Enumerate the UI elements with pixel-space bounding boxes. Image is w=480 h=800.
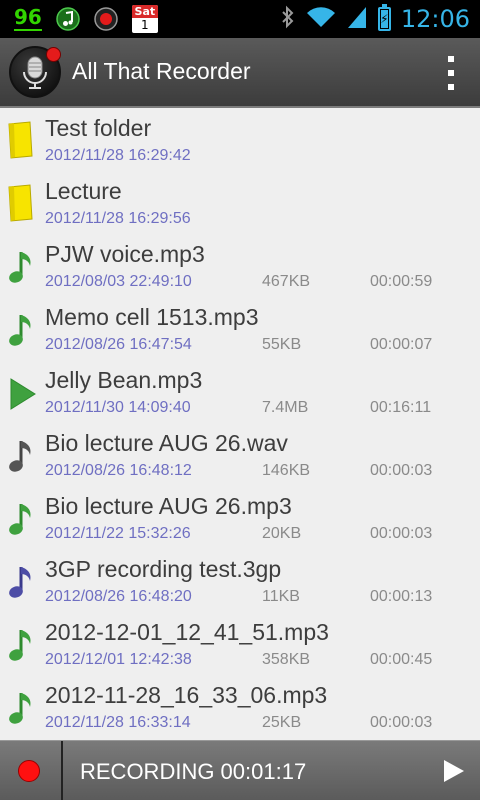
battery-charging-icon: ⚡ (377, 4, 391, 31)
list-item-folder[interactable]: Test folder 2012/11/28 16:29:42 (0, 108, 480, 171)
wifi-icon (306, 6, 336, 32)
file-duration: 00:00:45 (370, 651, 433, 668)
file-date: 2012/11/28 16:29:42 (45, 147, 191, 164)
file-date: 2012/08/26 16:47:54 (45, 336, 192, 353)
file-duration: 00:00:07 (370, 336, 433, 353)
file-date: 2012/08/03 22:49:10 (45, 273, 192, 290)
green-music-note-icon (6, 498, 38, 538)
record-icon (94, 7, 118, 31)
list-item-audio[interactable]: 2012-12-01_12_41_51.mp3 2012/12/01 12:42… (0, 612, 480, 675)
folder-icon (6, 183, 38, 223)
file-date: 2012/08/26 16:48:12 (45, 462, 192, 479)
calendar-day-number: 1 (141, 18, 149, 32)
file-duration: 00:00:03 (370, 525, 433, 542)
file-date: 2012/11/22 15:32:26 (45, 525, 191, 542)
file-duration: 00:16:11 (370, 399, 432, 416)
calendar-icon: Sat 1 (131, 5, 158, 33)
file-name: Memo cell 1513.mp3 (45, 304, 259, 330)
green-music-note-icon (6, 624, 38, 664)
file-date: 2012/12/01 12:42:38 (45, 651, 192, 668)
purple-music-note-icon (6, 561, 38, 601)
file-duration: 00:00:03 (370, 714, 433, 731)
app-title: All That Recorder (72, 58, 251, 84)
status-bar-notifications: 96 Sat 1 (14, 5, 158, 33)
file-size: 11KB (262, 588, 300, 605)
file-date: 2012/11/30 14:09:40 (45, 399, 191, 416)
status-bar: 96 Sat 1 ⚡ 12:06 (0, 0, 480, 38)
file-duration: 00:00:13 (370, 588, 433, 605)
file-name: Lecture (45, 178, 122, 204)
app-microphone-icon[interactable] (9, 46, 61, 98)
file-name: 2012-12-01_12_41_51.mp3 (45, 619, 329, 645)
recording-indicator-dot (46, 47, 61, 62)
play-icon[interactable] (442, 758, 466, 784)
list-item-folder[interactable]: Lecture 2012/11/28 16:29:56 (0, 171, 480, 234)
file-size: 358KB (262, 651, 311, 668)
action-bar: All That Recorder (0, 38, 480, 108)
file-size: 25KB (262, 714, 302, 731)
file-size: 467KB (262, 273, 311, 290)
calendar-day-name: Sat (131, 5, 158, 18)
signal-icon (346, 5, 368, 33)
file-name: 2012-11-28_16_33_06.mp3 (45, 682, 328, 708)
record-button[interactable] (0, 741, 61, 800)
list-item-audio[interactable]: 3GP recording test.3gp 2012/08/26 16:48:… (0, 549, 480, 612)
list-item-audio[interactable]: PJW voice.mp3 2012/08/03 22:49:10 467KB … (0, 234, 480, 297)
overflow-menu-icon[interactable] (444, 56, 458, 90)
file-name: Bio lecture AUG 26.mp3 (45, 493, 292, 519)
green-play-icon (6, 372, 38, 412)
file-name: Bio lecture AUG 26.wav (45, 430, 288, 456)
green-music-note-icon (6, 687, 38, 727)
list-item-audio[interactable]: Memo cell 1513.mp3 2012/08/26 16:47:54 5… (0, 297, 480, 360)
status-bar-clock: 12:06 (400, 5, 470, 33)
file-name: PJW voice.mp3 (45, 241, 205, 267)
file-name: Jelly Bean.mp3 (45, 367, 203, 393)
file-name: 3GP recording test.3gp (45, 556, 282, 582)
file-date: 2012/08/26 16:48:20 (45, 588, 192, 605)
music-note-icon (56, 7, 80, 31)
file-size: 55KB (262, 336, 302, 353)
file-date: 2012/11/28 16:33:14 (45, 714, 191, 731)
green-music-note-icon (6, 309, 38, 349)
list-item-audio[interactable]: Bio lecture AUG 26.wav 2012/08/26 16:48:… (0, 423, 480, 486)
file-size: 20KB (262, 525, 302, 542)
recording-bar: RECORDING 00:01:17 (0, 740, 480, 800)
file-duration: 00:00:59 (370, 273, 433, 290)
file-size: 7.4MB (262, 399, 309, 416)
status-bar-system: ⚡ 12:06 (280, 4, 470, 33)
notification-number: 96 (14, 5, 42, 31)
recordings-list: Test folder 2012/11/28 16:29:42 Lecture … (0, 108, 480, 740)
list-item-audio[interactable]: Bio lecture AUG 26.mp3 2012/11/22 15:32:… (0, 486, 480, 549)
record-dot-icon (18, 760, 40, 782)
gray-music-note-icon (6, 435, 38, 475)
bluetooth-icon (280, 5, 296, 33)
bottom-bar-divider (61, 741, 63, 800)
green-music-note-icon (6, 246, 38, 286)
recording-status: RECORDING 00:01:17 (80, 759, 307, 784)
list-item-audio[interactable]: 2012-11-28_16_33_06.mp3 2012/11/28 16:33… (0, 675, 480, 738)
list-item-audio-playing[interactable]: Jelly Bean.mp3 2012/11/30 14:09:40 7.4MB… (0, 360, 480, 423)
file-duration: 00:00:03 (370, 462, 433, 479)
file-date: 2012/11/28 16:29:56 (45, 210, 191, 227)
file-size: 146KB (262, 462, 311, 479)
file-name: Test folder (45, 115, 152, 141)
folder-icon (6, 120, 38, 160)
